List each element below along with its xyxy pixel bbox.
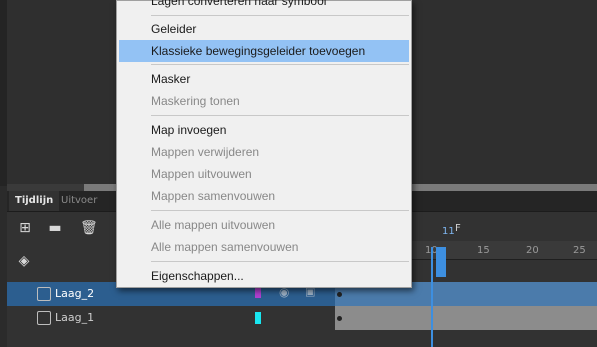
tab-uitvoer[interactable]: Uitvoer bbox=[55, 191, 103, 211]
frame-marker: F bbox=[455, 223, 461, 234]
menu-item-expand-folders[interactable]: Mappen uitvouwen bbox=[119, 163, 409, 185]
playhead-line[interactable] bbox=[431, 247, 433, 347]
menu-item-convert-to-symbol[interactable]: Lagen converteren naar symbool bbox=[119, 0, 409, 12]
new-folder-icon[interactable]: ▬ bbox=[47, 220, 63, 236]
menu-item-collapse-folders[interactable]: Mappen samenvouwen bbox=[119, 185, 409, 207]
menu-item-add-classic-motion-guide[interactable]: Klassieke bewegingsgeleider toevoegen bbox=[119, 40, 409, 62]
tab-tijdlijn[interactable]: Tijdlijn bbox=[9, 191, 60, 211]
menu-separator bbox=[151, 210, 409, 211]
stage-left-strip bbox=[0, 0, 7, 186]
layer-icon bbox=[37, 287, 51, 301]
playhead-handle[interactable] bbox=[436, 247, 446, 277]
menu-separator bbox=[151, 15, 409, 16]
menu-separator bbox=[151, 64, 409, 65]
menu-item-insert-folder[interactable]: Map invoegen bbox=[119, 119, 409, 141]
layer-row-laag-1[interactable]: Laag_1 bbox=[7, 306, 597, 330]
menu-item-collapse-all-folders[interactable]: Alle mappen samenvouwen bbox=[119, 236, 409, 258]
layer-name: Laag_1 bbox=[55, 311, 95, 324]
menu-item-properties[interactable]: Eigenschappen... bbox=[119, 265, 409, 287]
keyframe-dot[interactable] bbox=[337, 292, 342, 297]
ruler-tick: 25 bbox=[573, 245, 586, 256]
layers-icon[interactable]: ◈ bbox=[16, 253, 32, 269]
layer-color-swatch[interactable] bbox=[255, 312, 261, 324]
new-layer-icon[interactable]: ⊞ bbox=[17, 220, 33, 236]
ruler-tick: 20 bbox=[526, 245, 539, 256]
menu-item-delete-folders[interactable]: Mappen verwijderen bbox=[119, 141, 409, 163]
menu-item-expand-all-folders[interactable]: Alle mappen uitvouwen bbox=[119, 214, 409, 236]
keyframe-dot[interactable] bbox=[337, 316, 342, 321]
layer-icon bbox=[37, 311, 51, 325]
trash-icon[interactable]: 🗑 bbox=[80, 220, 98, 236]
menu-item-mask[interactable]: Masker bbox=[119, 68, 409, 90]
menu-separator bbox=[151, 115, 409, 116]
ruler-tick: 15 bbox=[477, 245, 490, 256]
layer-frames[interactable] bbox=[335, 306, 597, 330]
current-frame-number: 11 bbox=[442, 226, 455, 237]
context-menu: Lagen converteren naar symbool Geleider … bbox=[116, 0, 412, 288]
menu-item-show-masking[interactable]: Maskering tonen bbox=[119, 90, 409, 112]
layer-name: Laag_2 bbox=[55, 287, 95, 300]
layer-color-swatch[interactable] bbox=[255, 288, 261, 298]
menu-item-guide[interactable]: Geleider bbox=[119, 18, 409, 40]
menu-separator bbox=[151, 261, 409, 262]
